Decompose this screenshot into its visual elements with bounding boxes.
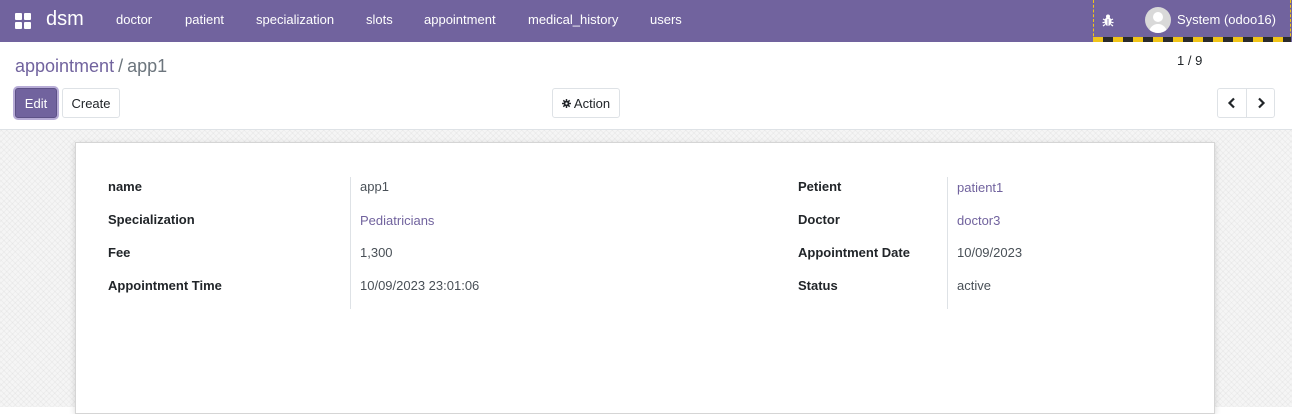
field-value-status: active bbox=[957, 278, 991, 293]
menu-item-users[interactable]: users bbox=[650, 12, 682, 27]
control-panel: appointment / app1 bbox=[0, 42, 1292, 130]
field-value-appointment-time: 10/09/2023 23:01:06 bbox=[360, 278, 480, 293]
field-value-patient[interactable]: patient1 bbox=[957, 180, 1003, 195]
create-button[interactable]: Create bbox=[62, 88, 120, 118]
right-group-divider bbox=[947, 177, 948, 309]
field-label-fee: Fee bbox=[108, 245, 131, 260]
app-brand[interactable]: dsm bbox=[46, 8, 84, 31]
user-avatar[interactable] bbox=[1145, 7, 1171, 33]
field-label-name: name bbox=[108, 179, 142, 194]
field-label-appointment-time: Appointment Time bbox=[108, 278, 222, 293]
menu-item-slots[interactable]: slots bbox=[366, 12, 393, 27]
action-button-label: Action bbox=[573, 95, 611, 111]
field-value-name: app1 bbox=[360, 179, 389, 194]
field-label-doctor: Doctor bbox=[798, 212, 840, 227]
chevron-right-icon bbox=[1257, 97, 1265, 109]
pager-next-button[interactable] bbox=[1246, 88, 1275, 118]
chevron-left-icon bbox=[1227, 97, 1235, 109]
breadcrumb: appointment / app1 bbox=[15, 56, 167, 77]
menu-item-medical-history[interactable]: medical_history bbox=[528, 12, 618, 27]
pager-value[interactable]: 1 / 9 bbox=[1177, 53, 1202, 68]
field-value-specialization[interactable]: Pediatricians bbox=[360, 213, 434, 228]
field-value-appointment-date: 10/09/2023 bbox=[957, 245, 1023, 260]
field-label-status: Status bbox=[798, 278, 838, 293]
apps-menu-icon[interactable] bbox=[15, 13, 31, 29]
action-button[interactable]: Action bbox=[552, 88, 620, 118]
menu-item-patient[interactable]: patient bbox=[185, 12, 224, 27]
menu-item-specialization[interactable]: specialization bbox=[256, 12, 334, 27]
bug-icon[interactable] bbox=[1102, 13, 1114, 27]
breadcrumb-current: app1 bbox=[127, 56, 168, 76]
user-menu[interactable]: System (odoo16) bbox=[1177, 12, 1276, 27]
form-sheet bbox=[75, 142, 1215, 414]
field-value-fee: 1,300 bbox=[360, 245, 393, 260]
pager-previous-button[interactable] bbox=[1217, 88, 1247, 118]
breadcrumb-separator: / bbox=[118, 56, 124, 76]
field-label-appointment-date: Appointment Date bbox=[798, 245, 910, 260]
breadcrumb-parent-link[interactable]: appointment bbox=[15, 56, 114, 76]
menu-item-appointment[interactable]: appointment bbox=[424, 12, 496, 27]
field-value-doctor[interactable]: doctor3 bbox=[957, 213, 1000, 228]
menu-item-doctor[interactable]: doctor bbox=[116, 12, 152, 27]
edit-button[interactable]: Edit bbox=[15, 88, 57, 118]
field-label-specialization: Specialization bbox=[108, 212, 195, 227]
left-group-divider bbox=[350, 177, 351, 309]
gear-icon bbox=[561, 98, 571, 108]
field-label-patient: Petient bbox=[798, 179, 842, 194]
